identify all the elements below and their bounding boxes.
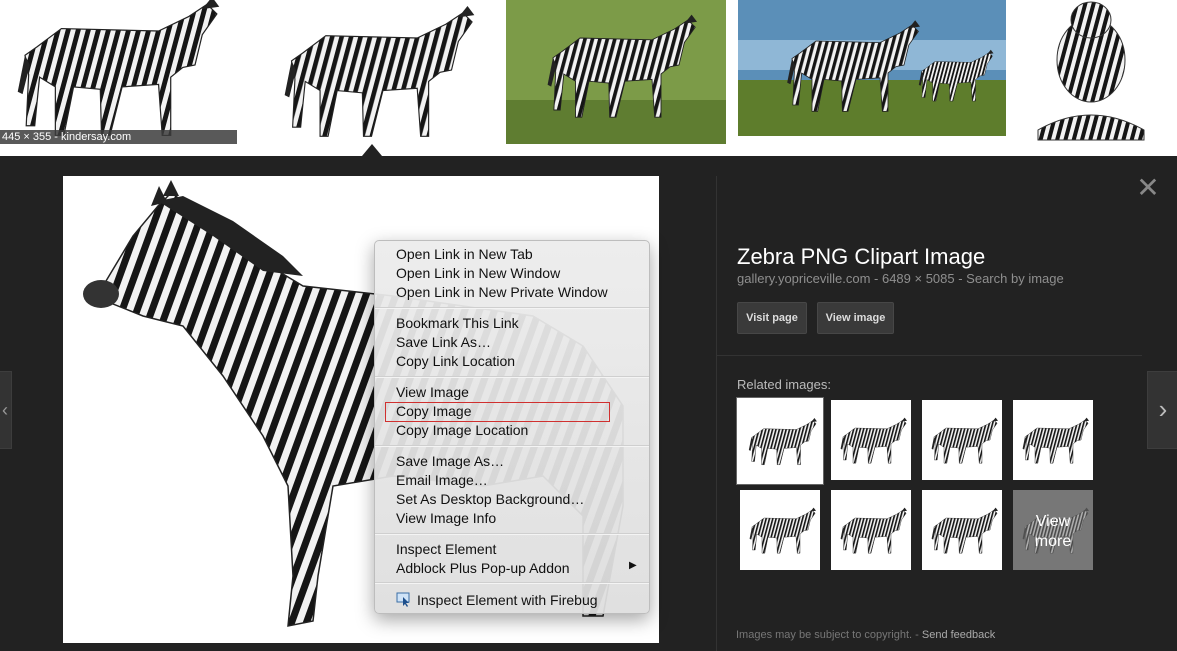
copyright-notice: Images may be subject to copyright. bbox=[736, 629, 913, 641]
menu-item-inspect-element[interactable]: Inspect Element bbox=[396, 540, 496, 558]
menu-item-save-link-as[interactable]: Save Link As… bbox=[396, 333, 491, 351]
related-image[interactable] bbox=[1013, 400, 1093, 480]
related-image[interactable] bbox=[922, 400, 1002, 480]
menu-separator bbox=[375, 582, 649, 584]
chevron-right-icon[interactable]: › bbox=[1147, 371, 1177, 449]
menu-item-view-image[interactable]: View Image bbox=[396, 383, 469, 401]
menu-separator bbox=[375, 533, 649, 535]
footer-separator: - bbox=[912, 629, 922, 641]
close-icon[interactable]: ✕ bbox=[1136, 174, 1160, 202]
view-more-label-line: View bbox=[1035, 513, 1071, 530]
copyright-footer: Images may be subject to copyright. - Se… bbox=[736, 629, 995, 641]
menu-separator bbox=[375, 307, 649, 309]
menu-item-copy-link-location[interactable]: Copy Link Location bbox=[396, 352, 515, 370]
results-strip: 445 × 355 - kindersay.com bbox=[0, 0, 1177, 156]
menu-item-open-private-window[interactable]: Open Link in New Private Window bbox=[396, 283, 608, 301]
menu-item-open-new-tab[interactable]: Open Link in New Tab bbox=[396, 245, 533, 263]
result-thumbnail[interactable] bbox=[506, 0, 726, 144]
send-feedback-link[interactable]: Send feedback bbox=[922, 629, 995, 641]
image-meta[interactable]: gallery.yopriceville.com - 6489 × 5085 -… bbox=[737, 271, 1064, 286]
visit-page-button[interactable]: Visit page bbox=[737, 302, 807, 334]
result-thumbnail[interactable]: 445 × 355 - kindersay.com bbox=[0, 0, 237, 144]
menu-item-inspect-firebug[interactable]: Inspect Element with Firebug bbox=[417, 591, 598, 609]
related-image[interactable] bbox=[922, 490, 1002, 570]
menu-item-copy-image-location[interactable]: Copy Image Location bbox=[396, 421, 528, 439]
related-image[interactable] bbox=[736, 397, 824, 485]
selection-caret bbox=[362, 144, 382, 156]
thumbnail-caption: 445 × 355 - kindersay.com bbox=[0, 130, 237, 144]
menu-item-open-new-window[interactable]: Open Link in New Window bbox=[396, 264, 560, 282]
related-image[interactable] bbox=[831, 490, 911, 570]
menu-item-adblock-addon[interactable]: Adblock Plus Pop-up Addon bbox=[396, 559, 570, 577]
image-title[interactable]: Zebra PNG Clipart Image bbox=[737, 244, 985, 270]
menu-item-bookmark-link[interactable]: Bookmark This Link bbox=[396, 314, 519, 332]
highlight-box bbox=[385, 402, 610, 422]
related-image[interactable] bbox=[831, 400, 911, 480]
menu-separator bbox=[375, 445, 649, 447]
result-thumbnail-selected[interactable] bbox=[249, 0, 494, 144]
view-image-button[interactable]: View image bbox=[817, 302, 894, 334]
menu-separator bbox=[375, 376, 649, 378]
menu-item-save-image-as[interactable]: Save Image As… bbox=[396, 452, 504, 470]
submenu-arrow-icon: ▶ bbox=[629, 560, 637, 571]
context-menu: Open Link in New Tab Open Link in New Wi… bbox=[374, 240, 650, 614]
firebug-icon bbox=[396, 592, 410, 607]
section-divider bbox=[717, 355, 1142, 356]
menu-item-set-desktop-background[interactable]: Set As Desktop Background… bbox=[396, 490, 584, 508]
view-more-label-line: more bbox=[1034, 533, 1072, 550]
view-more-tile[interactable]: View more bbox=[1013, 490, 1093, 570]
panel-divider bbox=[716, 176, 717, 651]
menu-item-email-image[interactable]: Email Image… bbox=[396, 471, 488, 489]
related-image[interactable] bbox=[740, 490, 820, 570]
menu-item-view-image-info[interactable]: View Image Info bbox=[396, 509, 496, 527]
related-images-label: Related images: bbox=[737, 377, 831, 392]
result-thumbnail[interactable] bbox=[1018, 0, 1164, 144]
result-thumbnail[interactable] bbox=[738, 0, 1006, 136]
chevron-left-icon[interactable]: ‹ bbox=[0, 371, 12, 449]
